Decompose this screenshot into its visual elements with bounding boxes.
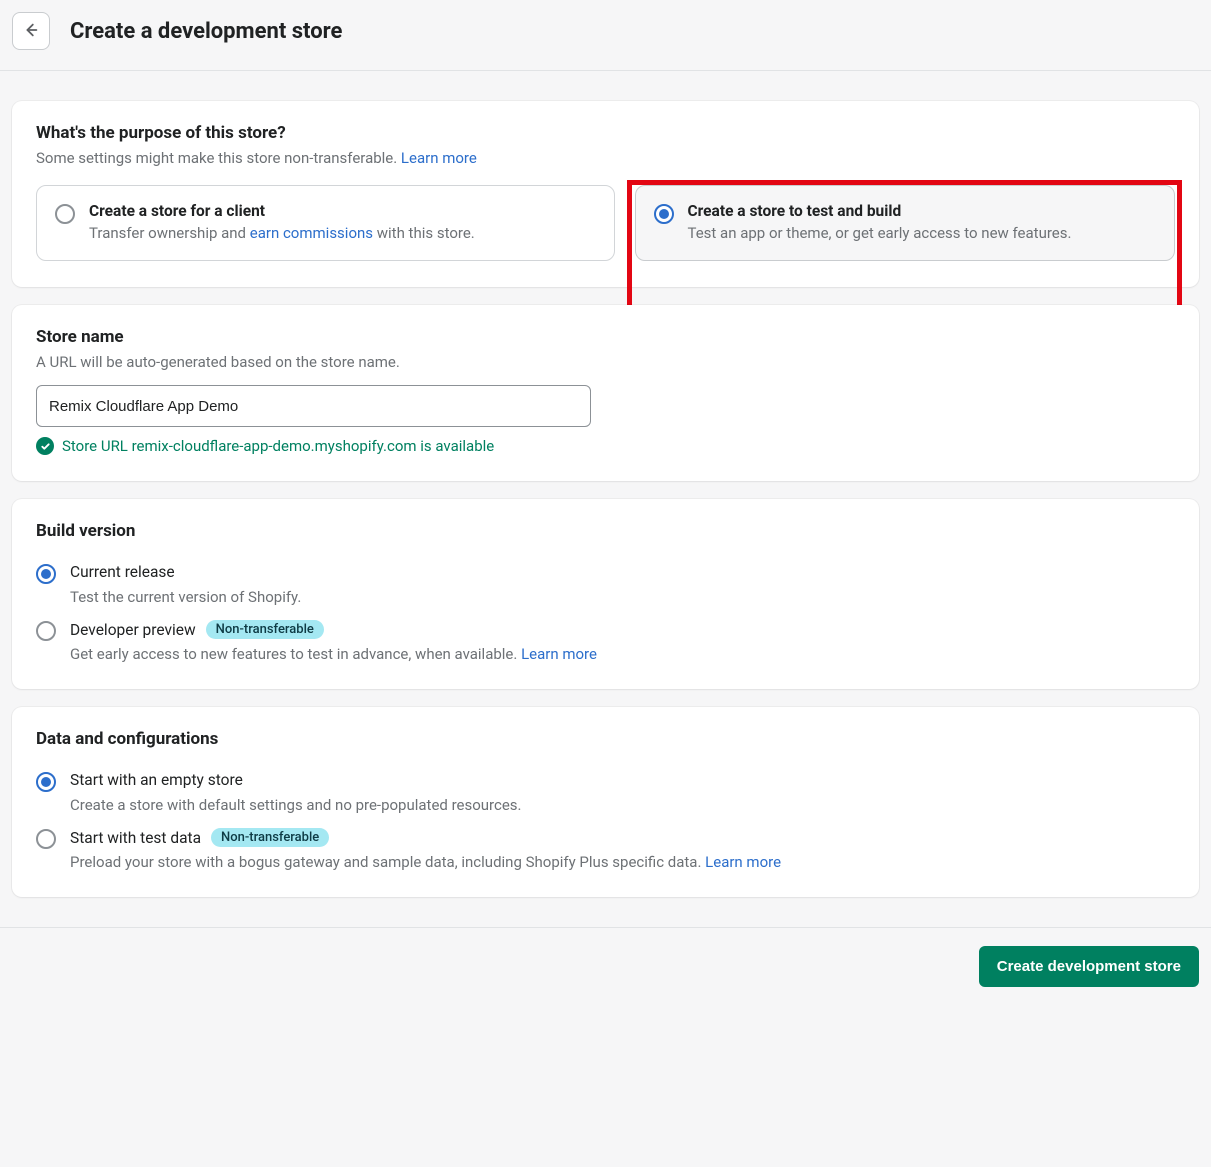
purpose-subtext: Some settings might make this store non-… — [36, 149, 1175, 167]
radio-icon — [36, 772, 56, 792]
non-transferable-badge: Non-transferable — [206, 620, 324, 639]
option-client-desc-suffix: with this store. — [373, 224, 475, 242]
data-config-learn-more-link[interactable]: Learn more — [705, 853, 781, 871]
radio-icon — [36, 564, 56, 584]
empty-store-desc: Create a store with default settings and… — [70, 796, 1175, 814]
test-data-desc-text: Preload your store with a bogus gateway … — [70, 853, 705, 871]
page-footer: Create development store — [0, 927, 1211, 1017]
empty-store-label: Start with an empty store — [70, 771, 243, 789]
build-version-option-current[interactable]: Current release — [36, 563, 1175, 584]
current-release-label: Current release — [70, 563, 175, 581]
radio-icon — [36, 829, 56, 849]
build-version-learn-more-link[interactable]: Learn more — [521, 645, 597, 663]
current-release-desc: Test the current version of Shopify. — [70, 588, 1175, 606]
option-test-title: Create a store to test and build — [688, 202, 1072, 220]
option-test-desc: Test an app or theme, or get early acces… — [688, 224, 1072, 242]
radio-icon — [36, 621, 56, 641]
store-name-heading: Store name — [36, 327, 1175, 347]
store-url-availability: Store URL remix-cloudflare-app-demo.mysh… — [36, 437, 1175, 455]
back-button[interactable] — [12, 12, 50, 50]
option-client-desc-prefix: Transfer ownership and — [89, 224, 250, 242]
purpose-option-client[interactable]: Create a store for a client Transfer own… — [36, 185, 615, 261]
option-body: Create a store to test and build Test an… — [688, 202, 1072, 242]
radio-icon — [654, 204, 674, 224]
purpose-card: What's the purpose of this store? Some s… — [12, 101, 1199, 287]
store-url-availability-text: Store URL remix-cloudflare-app-demo.mysh… — [62, 437, 494, 455]
developer-preview-desc: Get early access to new features to test… — [70, 645, 1175, 663]
radio-icon — [55, 204, 75, 224]
data-config-heading: Data and configurations — [36, 729, 1175, 749]
option-body: Create a store for a client Transfer own… — [89, 202, 475, 242]
developer-preview-label: Developer preview — [70, 621, 196, 639]
data-config-option-test-data[interactable]: Start with test data Non-transferable — [36, 828, 1175, 849]
store-name-input[interactable] — [36, 385, 591, 427]
store-name-card: Store name A URL will be auto-generated … — [12, 305, 1199, 481]
page-header: Create a development store — [0, 0, 1211, 71]
purpose-subtext-text: Some settings might make this store non-… — [36, 149, 401, 167]
build-version-card: Build version Current release Test the c… — [12, 499, 1199, 689]
option-label: Current release — [70, 563, 175, 581]
test-data-desc: Preload your store with a bogus gateway … — [70, 853, 1175, 871]
earn-commissions-link[interactable]: earn commissions — [250, 224, 373, 242]
purpose-learn-more-link[interactable]: Learn more — [401, 149, 477, 167]
store-name-subtext: A URL will be auto-generated based on th… — [36, 353, 1175, 371]
check-circle-icon — [36, 437, 54, 455]
data-config-option-empty[interactable]: Start with an empty store — [36, 771, 1175, 792]
option-label: Start with an empty store — [70, 771, 243, 789]
page-title: Create a development store — [70, 19, 342, 44]
non-transferable-badge: Non-transferable — [211, 828, 329, 847]
arrow-left-icon — [22, 21, 40, 42]
build-version-option-preview[interactable]: Developer preview Non-transferable — [36, 620, 1175, 641]
option-label: Developer preview Non-transferable — [70, 620, 324, 639]
option-label: Start with test data Non-transferable — [70, 828, 329, 847]
developer-preview-desc-text: Get early access to new features to test… — [70, 645, 521, 663]
data-config-card: Data and configurations Start with an em… — [12, 707, 1199, 897]
option-client-title: Create a store for a client — [89, 202, 475, 220]
test-data-label: Start with test data — [70, 829, 201, 847]
create-development-store-button[interactable]: Create development store — [979, 946, 1199, 987]
option-client-desc: Transfer ownership and earn commissions … — [89, 224, 475, 242]
build-version-heading: Build version — [36, 521, 1175, 541]
purpose-heading: What's the purpose of this store? — [36, 123, 1175, 143]
purpose-option-test[interactable]: Create a store to test and build Test an… — [635, 185, 1176, 261]
